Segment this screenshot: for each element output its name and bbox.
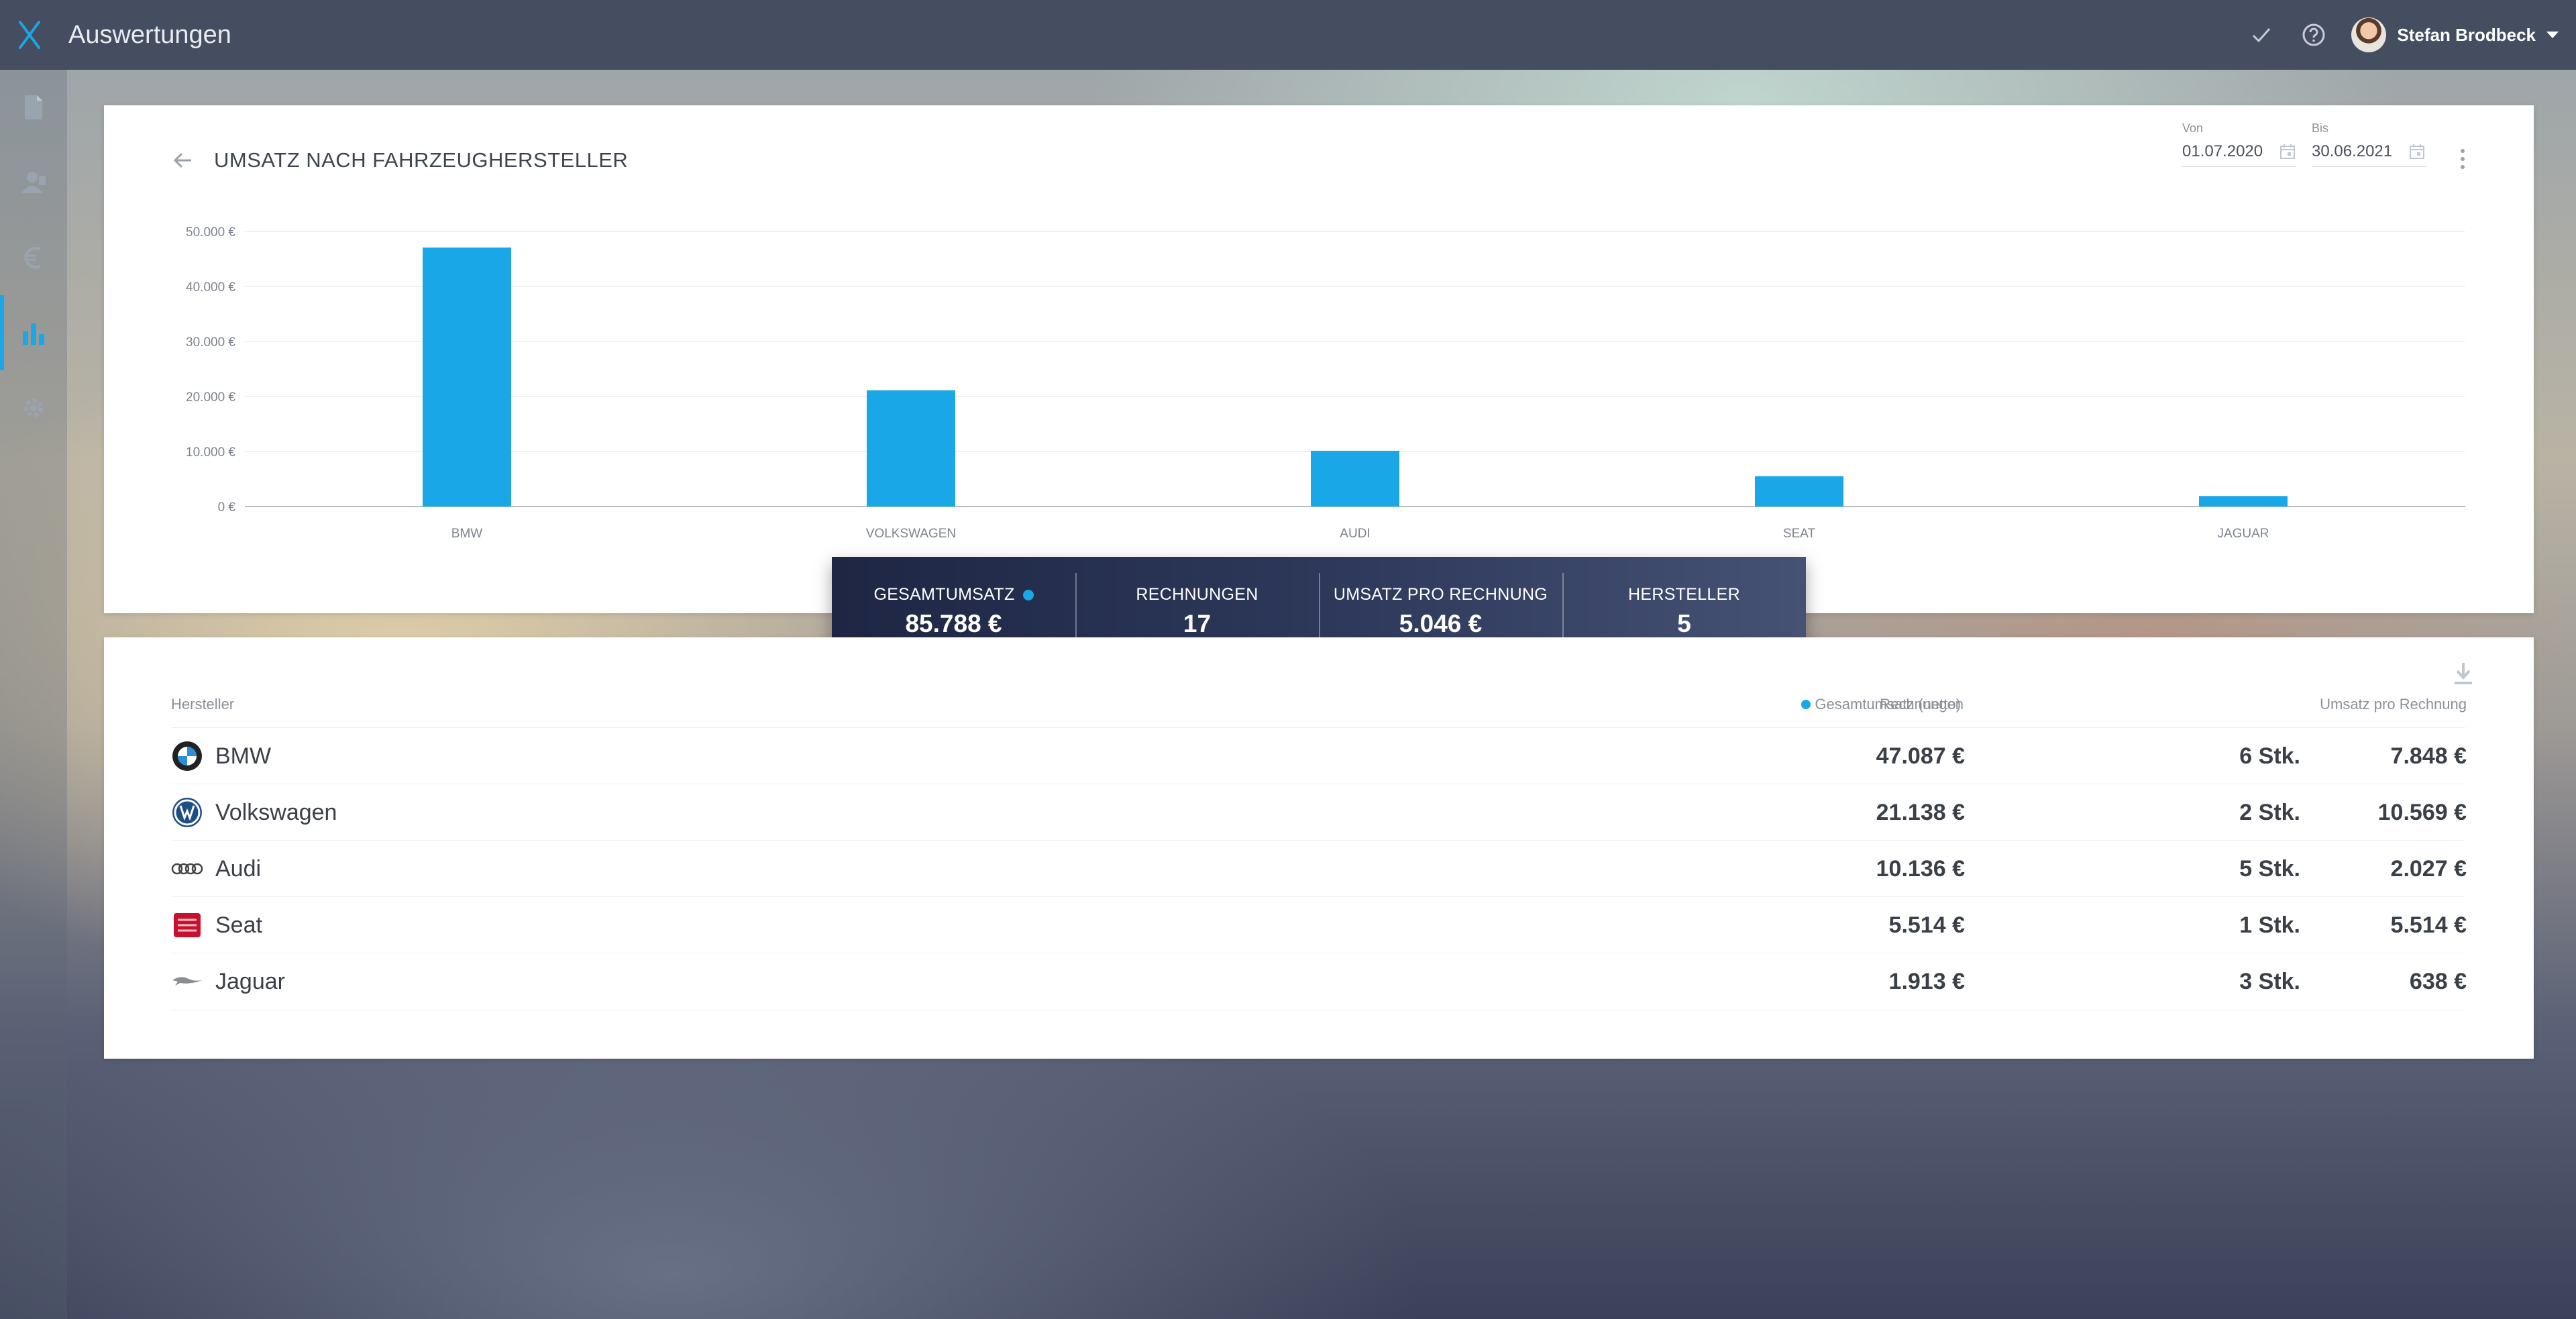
- header-invoices[interactable]: Rechnungen: [1762, 696, 1964, 713]
- top-bar: Auswertungen Stefan Brodbeck: [0, 0, 2576, 70]
- x-tick-label: SEAT: [1783, 527, 1816, 541]
- avatar: [2351, 17, 2387, 52]
- per-invoice-value: 638 €: [2409, 968, 2467, 994]
- invoices-value: 6 Stk.: [2239, 743, 2300, 769]
- manufacturer-name: Volkswagen: [215, 799, 337, 825]
- manufacturer-name: Seat: [215, 912, 262, 938]
- user-name: Stefan Brodbeck: [2397, 24, 2536, 45]
- per-invoice-value: 10.569 €: [2377, 799, 2467, 825]
- invoices-value: 3 Stk.: [2239, 968, 2300, 994]
- bar: [1311, 450, 1399, 507]
- revenue-value: 5.514 €: [1888, 912, 1965, 938]
- y-tick-label: 30.000 €: [186, 335, 235, 350]
- sidebar-item-finance[interactable]: [0, 220, 67, 295]
- chevron-down-icon: [2546, 32, 2559, 38]
- y-tick-label: 50.000 €: [186, 225, 235, 240]
- invoices-value: 1 Stk.: [2239, 912, 2300, 938]
- sidebar-item-contacts[interactable]: [0, 145, 67, 220]
- gear-icon: [23, 398, 44, 418]
- x-tick-label: JAGUAR: [2217, 527, 2269, 541]
- revenue-value: 21.138 €: [1876, 799, 1965, 825]
- euro-icon: [24, 247, 42, 268]
- sidebar-item-documents[interactable]: [0, 70, 67, 145]
- table-row[interactable]: BMW 47.087 € 6 Stk. 7.848 €: [171, 727, 2467, 784]
- stat-label: GESAMTUMSATZ: [873, 585, 1015, 604]
- help-icon[interactable]: [2299, 20, 2328, 50]
- revenue-value: 10.136 €: [1876, 855, 1965, 882]
- per-invoice-value: 2.027 €: [2390, 855, 2467, 882]
- download-icon[interactable]: [2452, 660, 2475, 687]
- seat-logo-icon: [171, 909, 203, 941]
- series-dot-icon: [1022, 589, 1034, 600]
- invoices-value: 5 Stk.: [2239, 855, 2300, 882]
- stat-label: UMSATZ PRO RECHNUNG: [1333, 585, 1548, 604]
- manufacturer-name: BMW: [215, 743, 272, 769]
- per-invoice-value: 5.514 €: [2390, 912, 2467, 938]
- x-tick-label: VOLKSWAGEN: [866, 527, 956, 541]
- manufacturer-name: Audi: [215, 855, 262, 882]
- stat-label: HERSTELLER: [1628, 585, 1740, 604]
- sidebar-item-reports[interactable]: [0, 295, 67, 370]
- y-tick-label: 20.000 €: [186, 390, 235, 405]
- bar: [423, 247, 511, 507]
- app-title: Auswertungen: [68, 20, 231, 49]
- chart-card: UMSATZ NACH FAHRZEUGHERSTELLER Von 01.07…: [104, 105, 2534, 613]
- y-tick-label: 10.000 €: [186, 445, 235, 460]
- table-row[interactable]: Jaguar 1.913 € 3 Stk. 638 €: [171, 953, 2467, 1010]
- audi-logo-icon: [171, 853, 203, 885]
- table-card: Hersteller Gesamtumsatz (netto) Rechnung…: [104, 637, 2534, 1059]
- jaguar-logo-icon: [171, 965, 203, 998]
- table-row[interactable]: Audi 10.136 € 5 Stk. 2.027 €: [171, 840, 2467, 897]
- table-row[interactable]: Volkswagen 21.138 € 2 Stk. 10.569 €: [171, 784, 2467, 841]
- document-icon: [25, 95, 42, 119]
- invoices-value: 2 Stk.: [2239, 799, 2300, 825]
- stat-value: 5.046 €: [1399, 610, 1483, 637]
- bar-chart-icon: [23, 323, 44, 345]
- check-icon[interactable]: [2247, 20, 2276, 50]
- stat-value: 17: [1183, 610, 1212, 637]
- user-menu[interactable]: Stefan Brodbeck: [2351, 17, 2559, 52]
- y-tick-label: 0 €: [218, 500, 236, 515]
- bar: [2199, 496, 2288, 507]
- stat-value: 5: [1677, 610, 1691, 637]
- bar: [1755, 476, 1843, 507]
- header-manufacturer[interactable]: Hersteller: [171, 696, 234, 713]
- volkswagen-logo-icon: [171, 796, 203, 829]
- stat-value: 85.788 €: [905, 610, 1002, 637]
- x-tick-label: AUDI: [1340, 527, 1370, 541]
- revenue-value: 1.913 €: [1888, 968, 1965, 994]
- manufacturer-name: Jaguar: [215, 968, 285, 994]
- bar: [867, 390, 955, 507]
- header-per-invoice[interactable]: Umsatz pro Rechnung: [2232, 696, 2467, 713]
- stat-label: RECHNUNGEN: [1136, 585, 1258, 604]
- table-row[interactable]: Seat 5.514 € 1 Stk. 5.514 €: [171, 896, 2467, 953]
- bmw-logo-icon: [171, 740, 203, 772]
- app-logo-icon[interactable]: [0, 0, 59, 70]
- revenue-value: 47.087 €: [1876, 743, 1965, 769]
- x-tick-label: BMW: [451, 527, 483, 541]
- bar-chart: 0 € 10.000 € 20.000 € 30.000 € 40.000 € 50.00…: [186, 225, 2465, 541]
- sidebar-item-settings[interactable]: [0, 370, 67, 445]
- per-invoice-value: 7.848 €: [2390, 743, 2467, 769]
- contacts-icon: [21, 172, 46, 193]
- y-tick-label: 40.000 €: [186, 280, 235, 295]
